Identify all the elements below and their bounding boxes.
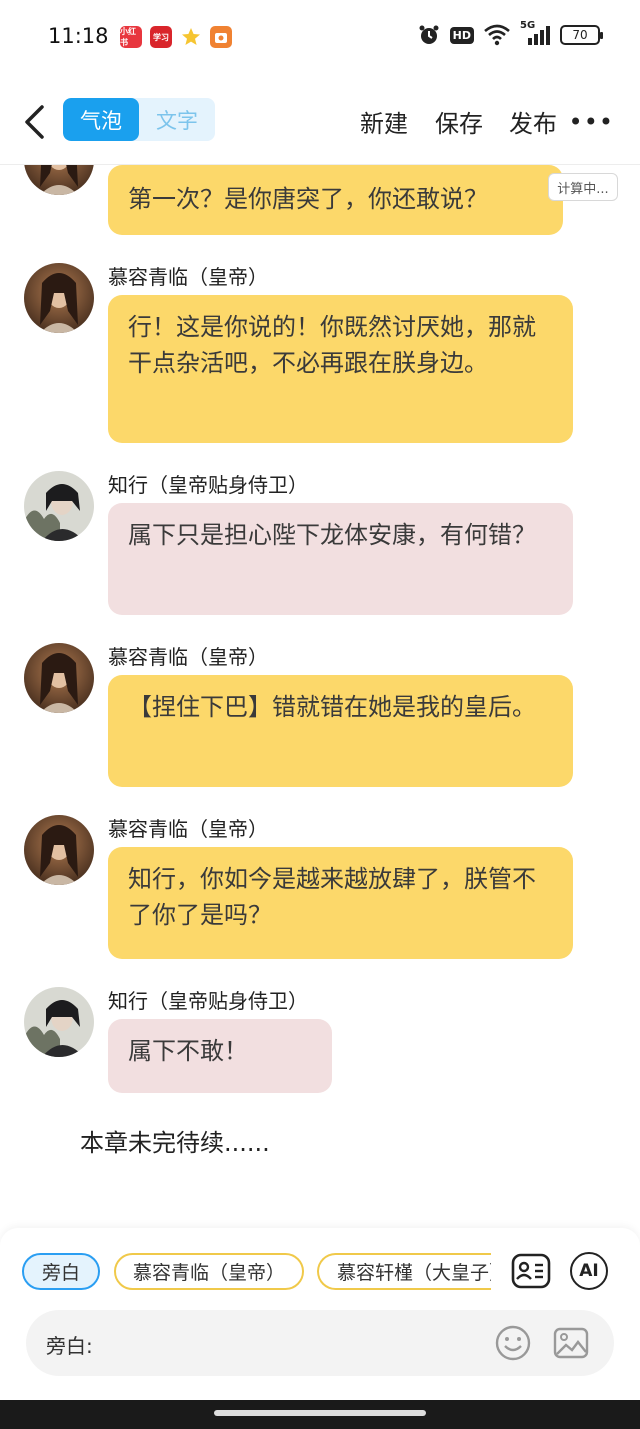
avatar-emperor[interactable] [24,643,94,713]
back-button[interactable] [18,102,50,142]
editor-toolbar: 气泡 文字 新建 保存 发布 ••• [0,88,640,154]
home-indicator[interactable] [214,1410,426,1416]
ai-button[interactable]: AI [568,1250,610,1292]
system-icons: HD 5G 70 [418,20,603,46]
image-icon [553,1327,589,1359]
mode-text-tab[interactable]: 文字 [139,98,215,141]
chevron-left-icon [25,105,44,139]
hd-icon: HD [449,24,474,46]
to-be-continued-text: 本章未完待续...... [80,1129,270,1157]
speaker-name: 慕容青临（皇帝） [108,265,268,289]
speaker-name: 慕容青临（皇帝） [108,817,268,841]
chat-list: 第一次？是你唐突了，你还敢说？ 计算中... 慕容青临（皇帝） 行！这是你说的！… [0,165,640,1225]
speaker-name: 知行（皇帝贴身侍卫） [108,473,308,497]
image-button[interactable] [552,1324,590,1362]
role-card-button[interactable] [510,1250,552,1292]
status-time: 11:18 [48,24,109,48]
message-bubble[interactable]: 第一次？是你唐突了，你还敢说？ [108,165,563,235]
dialogue-input[interactable]: 旁白: [26,1310,614,1376]
input-role-label: 旁白: [46,1334,93,1358]
mode-bubble-tab[interactable]: 气泡 [63,98,139,141]
star-app-icon [180,26,202,48]
bottom-input-panel: 旁白 慕容青临（皇帝） 慕容轩槿（大皇子） AI 旁白: [0,1228,640,1400]
save-button[interactable]: 保存 [435,104,483,139]
signal-icon: 5G [520,20,550,46]
emoji-button[interactable] [494,1324,532,1362]
avatar-guard[interactable] [24,471,94,541]
avatar-emperor[interactable] [24,165,94,195]
notification-icons: 小红书 学习 [120,26,232,48]
message-bubble[interactable]: 行！这是你说的！你既然讨厌她，那就干点杂活吧，不必再跟在朕身边。 [108,295,573,443]
navigation-bar [0,1400,640,1429]
more-options-button[interactable]: ••• [569,108,614,136]
role-chip-emperor[interactable]: 慕容青临（皇帝） [114,1253,304,1290]
message-bubble[interactable]: 【捏住下巴】错就错在她是我的皇后。 [108,675,573,787]
study-app-icon: 学习 [150,26,172,48]
role-card-icon [511,1253,551,1289]
avatar-guard[interactable] [24,987,94,1057]
network-type-label: 5G [520,20,536,31]
hd-label: HD [449,26,474,44]
shopping-app-icon [210,26,232,48]
message-bubble[interactable]: 知行，你如今是越来越放肆了，朕管不了你了是吗？ [108,847,573,959]
message-bubble[interactable]: 属下不敢！ [108,1019,332,1093]
smiley-icon [495,1325,531,1361]
publish-button[interactable]: 发布 [509,104,557,139]
new-button[interactable]: 新建 [360,104,408,139]
role-chip-prince[interactable]: 慕容轩槿（大皇子） [317,1253,491,1290]
role-chip-narrator[interactable]: 旁白 [22,1253,100,1290]
avatar-emperor[interactable] [24,815,94,885]
ai-icon: AI [570,1252,608,1290]
speaker-name: 知行（皇帝贴身侍卫） [108,989,308,1013]
speaker-name: 慕容青临（皇帝） [108,645,268,669]
status-bar: 11:18 小红书 学习 HD 5G 70 [0,0,640,72]
avatar-emperor[interactable] [24,263,94,333]
battery-indicator: 70 [560,25,603,45]
xiaohongshu-icon: 小红书 [120,26,142,48]
message-bubble[interactable]: 属下只是担心陛下龙体安康，有何错？ [108,503,573,615]
alarm-icon [418,24,440,46]
calculating-badge: 计算中... [548,173,618,201]
wifi-icon [484,24,510,46]
mode-switch: 气泡 文字 [63,98,215,141]
